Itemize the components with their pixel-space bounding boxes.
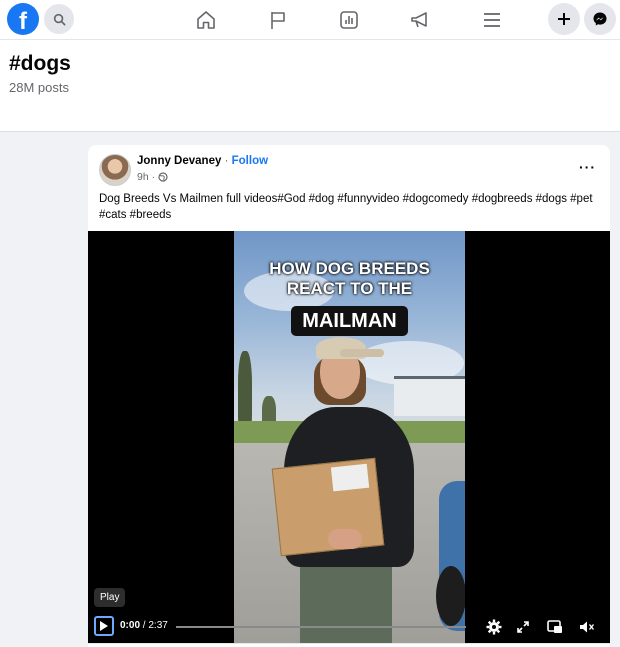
flag-icon <box>271 12 285 29</box>
house <box>394 376 465 416</box>
overlay-highlight: MAILMAN <box>291 306 408 336</box>
home-icon <box>197 11 215 29</box>
pages-tab[interactable] <box>265 7 291 33</box>
overlay-line-1: HOW DOG BREEDS <box>269 259 430 278</box>
home-tab[interactable] <box>193 7 219 33</box>
search-button[interactable] <box>44 4 74 34</box>
search-icon <box>53 13 65 25</box>
insights-tab[interactable] <box>336 7 362 33</box>
fullscreen-button[interactable] <box>514 618 532 636</box>
create-button[interactable] <box>548 3 580 35</box>
video-overlay-title: HOW DOG BREEDS REACT TO THE <box>234 259 465 299</box>
chart-icon <box>340 11 358 29</box>
logo-letter: f <box>19 8 27 35</box>
post-time[interactable]: 9h · <box>137 171 155 183</box>
expand-icon <box>517 621 529 633</box>
messenger-icon <box>593 12 607 26</box>
hashtag-header <box>0 40 620 132</box>
post-author-line: Jonny Devaney · Follow <box>137 155 268 167</box>
person-pants <box>300 561 392 643</box>
video-frame[interactable]: HOW DOG BREEDS REACT TO THE MAILMAN <box>234 231 465 643</box>
play-button[interactable] <box>94 616 114 636</box>
post-card: Jonny Devaney · Follow 9h · ··· Dog Bree… <box>88 145 610 647</box>
settings-icon <box>486 619 502 635</box>
duration: 2:37 <box>148 620 168 631</box>
post-footer <box>88 643 610 647</box>
tree <box>238 351 252 431</box>
video-time: 0:00 / 2:37 <box>120 620 168 631</box>
mute-icon <box>580 621 595 633</box>
settings-button[interactable] <box>485 618 503 636</box>
avatar[interactable] <box>99 154 131 186</box>
mute-button[interactable] <box>578 618 596 636</box>
post-count: 28M posts <box>9 80 69 95</box>
follow-button[interactable]: Follow <box>232 155 268 167</box>
play-tooltip: Play <box>94 588 126 607</box>
author-name[interactable]: Jonny Devaney <box>137 155 221 167</box>
video-player[interactable]: HOW DOG BREEDS REACT TO THE MAILMAN Play… <box>88 231 610 643</box>
more-options-button[interactable]: ··· <box>579 159 596 175</box>
top-navigation-bar: f <box>0 0 620 40</box>
megaphone-icon <box>411 12 427 28</box>
plus-icon <box>558 13 570 25</box>
page-title: #dogs <box>9 52 71 75</box>
post-caption: Dog Breeds Vs Mailmen full videos#God #d… <box>99 193 593 221</box>
separator: · <box>224 155 229 167</box>
progress-bar[interactable] <box>176 626 466 628</box>
picture-in-picture-icon <box>547 620 562 633</box>
picture-in-picture-button[interactable] <box>546 618 564 636</box>
facebook-logo[interactable]: f <box>7 3 39 35</box>
globe-icon <box>158 172 168 182</box>
play-icon <box>100 621 108 631</box>
menu-tab[interactable] <box>479 7 505 33</box>
package-label <box>330 463 370 492</box>
person-cap-bill <box>340 349 384 357</box>
person-hand <box>328 529 362 549</box>
overlay-line-2: REACT TO THE <box>286 279 413 298</box>
ads-tab[interactable] <box>407 7 433 33</box>
post-meta: 9h · <box>137 171 168 183</box>
car-wheel <box>436 566 465 626</box>
current-time: 0:00 <box>120 620 141 631</box>
messenger-button[interactable] <box>584 3 616 35</box>
menu-icon <box>484 13 500 27</box>
